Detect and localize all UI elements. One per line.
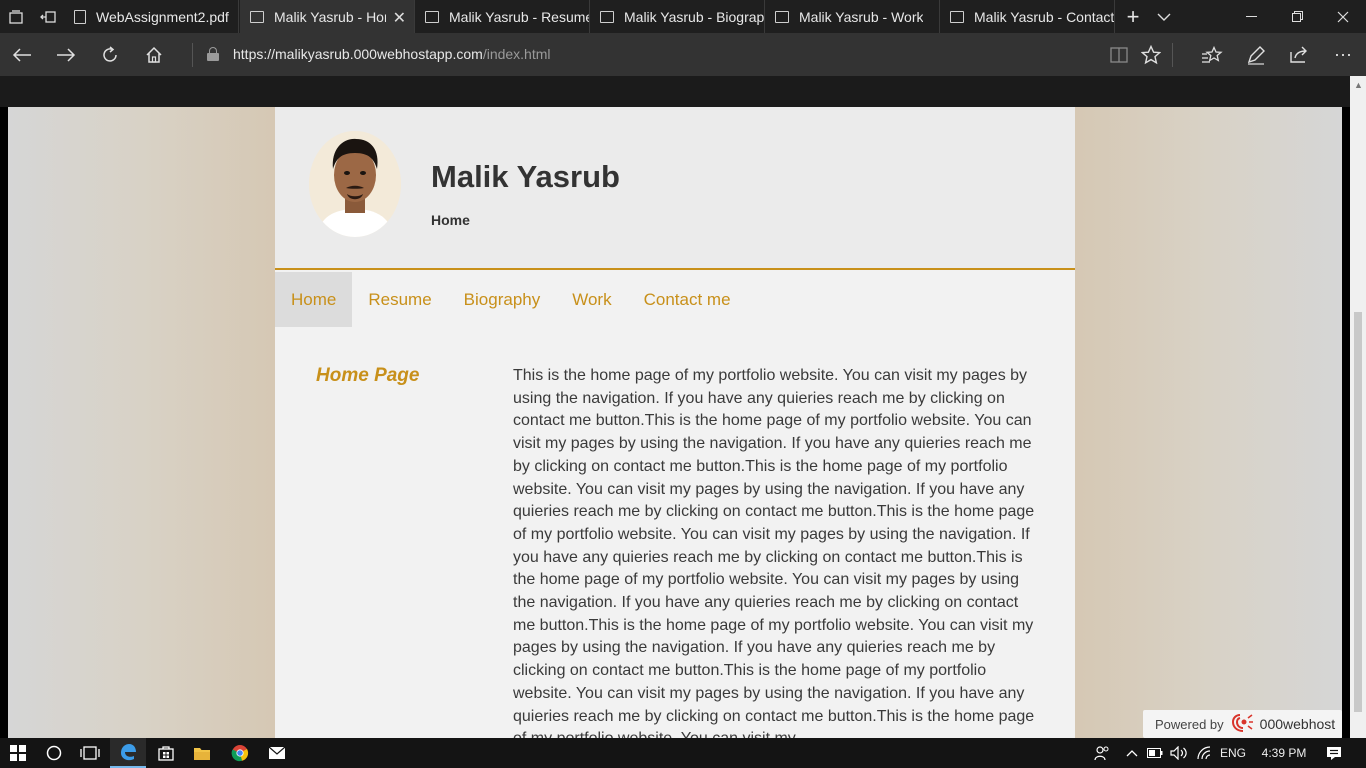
page-subtitle: Home: [431, 212, 470, 228]
page-top-margin: [0, 76, 1350, 107]
favorites-icon[interactable]: [1190, 33, 1234, 76]
volume-icon[interactable]: [1168, 738, 1190, 768]
refresh-icon[interactable]: [88, 33, 132, 76]
restore-tabs-icon[interactable]: [32, 0, 64, 33]
site-nav: Home Resume Biography Work Contact me: [275, 272, 747, 327]
powered-label: Powered by: [1155, 716, 1224, 732]
nav-work[interactable]: Work: [556, 272, 627, 327]
powered-brand: 000webhost: [1259, 716, 1336, 732]
star-icon[interactable]: [1129, 33, 1173, 76]
page-container: Malik Yasrub Home Home Resume Biography …: [275, 107, 1075, 738]
search-icon[interactable]: [36, 738, 72, 768]
forward-icon[interactable]: [44, 33, 88, 76]
close-icon[interactable]: [1320, 0, 1366, 33]
tab-resume[interactable]: Malik Yasrub - Resume: [415, 0, 590, 33]
chevron-up-icon[interactable]: [1122, 738, 1142, 768]
tab-label: Malik Yasrub - Hon: [274, 8, 386, 25]
windows-start-icon[interactable]: [0, 738, 36, 768]
nav-resume[interactable]: Resume: [352, 272, 447, 327]
page-icon: [950, 10, 964, 23]
pdf-icon: [74, 9, 86, 24]
powered-by-badge[interactable]: Powered by 000webhost: [1143, 710, 1342, 738]
page-viewport: Malik Yasrub Home Home Resume Biography …: [8, 107, 1342, 738]
chevron-up-icon[interactable]: ▲: [1354, 80, 1363, 90]
page-icon: [775, 10, 789, 23]
nav-contact[interactable]: Contact me: [628, 272, 747, 327]
task-view-icon[interactable]: [72, 738, 108, 768]
avatar: [309, 131, 401, 237]
chevron-down-icon[interactable]: [1148, 0, 1180, 33]
share-icon[interactable]: [1277, 33, 1321, 76]
section-body: This is the home page of my portfolio we…: [513, 367, 1035, 738]
tab-home[interactable]: Malik Yasrub - Hon ✕: [240, 0, 415, 33]
people-icon[interactable]: [1090, 738, 1114, 768]
language-indicator[interactable]: ENG: [1218, 738, 1248, 768]
clock[interactable]: 4:39 PM: [1255, 738, 1313, 768]
scrollbar[interactable]: ▲: [1350, 76, 1366, 738]
new-tab-icon[interactable]: +: [1117, 0, 1149, 33]
pen-icon[interactable]: [1234, 33, 1278, 76]
url-host: https://malikyasrub.000webhostapp.com: [233, 46, 483, 62]
tab-contact[interactable]: Malik Yasrub - Contact: [940, 0, 1115, 33]
scrollbar-thumb[interactable]: [1354, 312, 1362, 712]
tab-pdf[interactable]: WebAssignment2.pdf: [64, 0, 239, 33]
tab-biography[interactable]: Malik Yasrub - Biograpl: [590, 0, 765, 33]
webhost-logo-icon: [1231, 713, 1254, 735]
page-icon: [250, 10, 264, 23]
maximize-icon[interactable]: [1274, 0, 1320, 33]
tab-label: Malik Yasrub - Biograpl: [624, 8, 764, 25]
close-icon[interactable]: ✕: [393, 8, 406, 28]
mail-icon[interactable]: [259, 738, 295, 768]
set-aside-tabs-icon[interactable]: [0, 0, 32, 33]
address-bar: https://malikyasrub.000webhostapp.com/in…: [0, 33, 1366, 76]
edge-icon[interactable]: [110, 738, 146, 768]
more-icon[interactable]: ···: [1321, 33, 1365, 76]
url-path: /index.html: [482, 46, 551, 62]
page-icon: [600, 10, 614, 23]
chrome-icon[interactable]: [222, 738, 258, 768]
notification-icon[interactable]: [1318, 738, 1350, 768]
tab-label: Malik Yasrub - Work: [799, 8, 924, 25]
tab-work[interactable]: Malik Yasrub - Work: [765, 0, 940, 33]
minimize-icon[interactable]: [1228, 0, 1274, 33]
section-title: Home Page: [316, 365, 420, 386]
site-header: Malik Yasrub Home: [275, 107, 1075, 270]
wifi-icon[interactable]: [1194, 738, 1216, 768]
battery-icon[interactable]: [1145, 738, 1165, 768]
lock-icon[interactable]: [207, 47, 219, 61]
nav-biography[interactable]: Biography: [448, 272, 557, 327]
page-icon: [425, 10, 439, 23]
tab-label: Malik Yasrub - Contact: [974, 8, 1114, 25]
tab-label: WebAssignment2.pdf: [96, 8, 229, 25]
home-icon[interactable]: [132, 33, 176, 76]
nav-home[interactable]: Home: [275, 272, 353, 327]
tab-label: Malik Yasrub - Resume: [449, 8, 589, 25]
url-field[interactable]: https://malikyasrub.000webhostapp.com/in…: [233, 46, 551, 62]
tab-bar: WebAssignment2.pdf Malik Yasrub - Hon ✕ …: [0, 0, 1366, 33]
back-icon[interactable]: [0, 33, 44, 76]
site-title: Malik Yasrub: [431, 159, 620, 194]
divider: [1172, 43, 1173, 67]
taskbar: ENG 4:39 PM: [0, 738, 1366, 768]
file-explorer-icon[interactable]: [184, 738, 220, 768]
store-icon[interactable]: [148, 738, 184, 768]
divider: [192, 43, 193, 67]
